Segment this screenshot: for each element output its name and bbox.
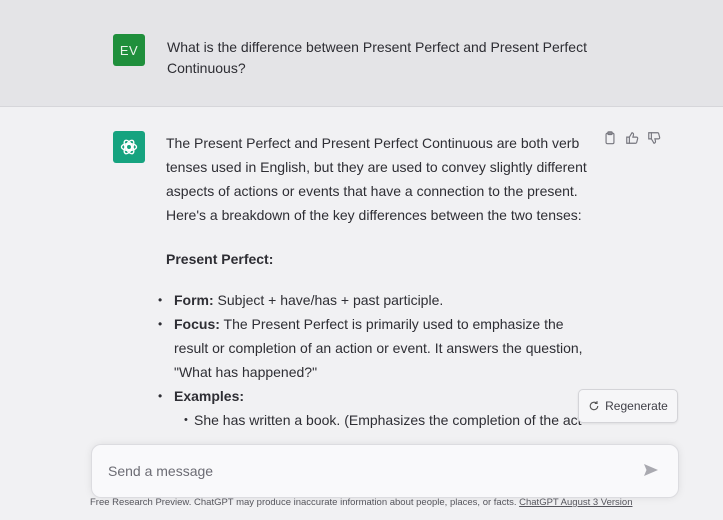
response-intro: The Present Perfect and Present Perfect … [166, 135, 587, 223]
examples-label: Examples: [174, 388, 245, 404]
version-link[interactable]: ChatGPT August 3 Version [519, 497, 632, 508]
form-text: Subject + have/has + past participle. [213, 292, 444, 308]
regenerate-button[interactable]: Regenerate [578, 389, 678, 423]
message-composer [91, 444, 679, 498]
example-item: She has written a book. (Emphasizes the … [184, 408, 601, 432]
user-avatar: EV [113, 34, 145, 66]
refresh-icon [589, 401, 599, 411]
examples-list: She has written a book. (Emphasizes the … [174, 408, 601, 432]
user-message: EV What is the difference between Presen… [0, 0, 723, 107]
send-icon [644, 464, 658, 476]
message-input[interactable] [106, 459, 630, 483]
disclaimer-text: Free Research Preview. ChatGPT may produ… [90, 497, 520, 508]
list-item: Focus: The Present Perfect is primarily … [158, 312, 601, 384]
thumbs-down-icon[interactable] [647, 131, 663, 147]
message-actions [603, 131, 663, 147]
list-item: Form: Subject + have/has + past particip… [158, 288, 601, 312]
clipboard-icon[interactable] [603, 131, 619, 147]
focus-text: The Present Perfect is primarily used to… [174, 316, 583, 380]
list-item: Examples: She has written a book. (Empha… [158, 384, 601, 432]
bullet-list: Form: Subject + have/has + past particip… [158, 288, 601, 432]
assistant-avatar [113, 131, 145, 163]
footer-disclaimer: Free Research Preview. ChatGPT may produ… [90, 497, 690, 508]
section-heading: Present Perfect: [166, 251, 274, 267]
form-label: Form: [174, 292, 214, 308]
regenerate-label: Regenerate [605, 399, 668, 413]
user-message-text: What is the difference between Present P… [167, 39, 587, 76]
focus-label: Focus: [174, 316, 220, 332]
send-button[interactable] [643, 462, 661, 480]
openai-logo-icon [120, 139, 138, 155]
assistant-response: The Present Perfect and Present Perfect … [158, 131, 601, 432]
thumbs-up-icon[interactable] [625, 131, 641, 147]
